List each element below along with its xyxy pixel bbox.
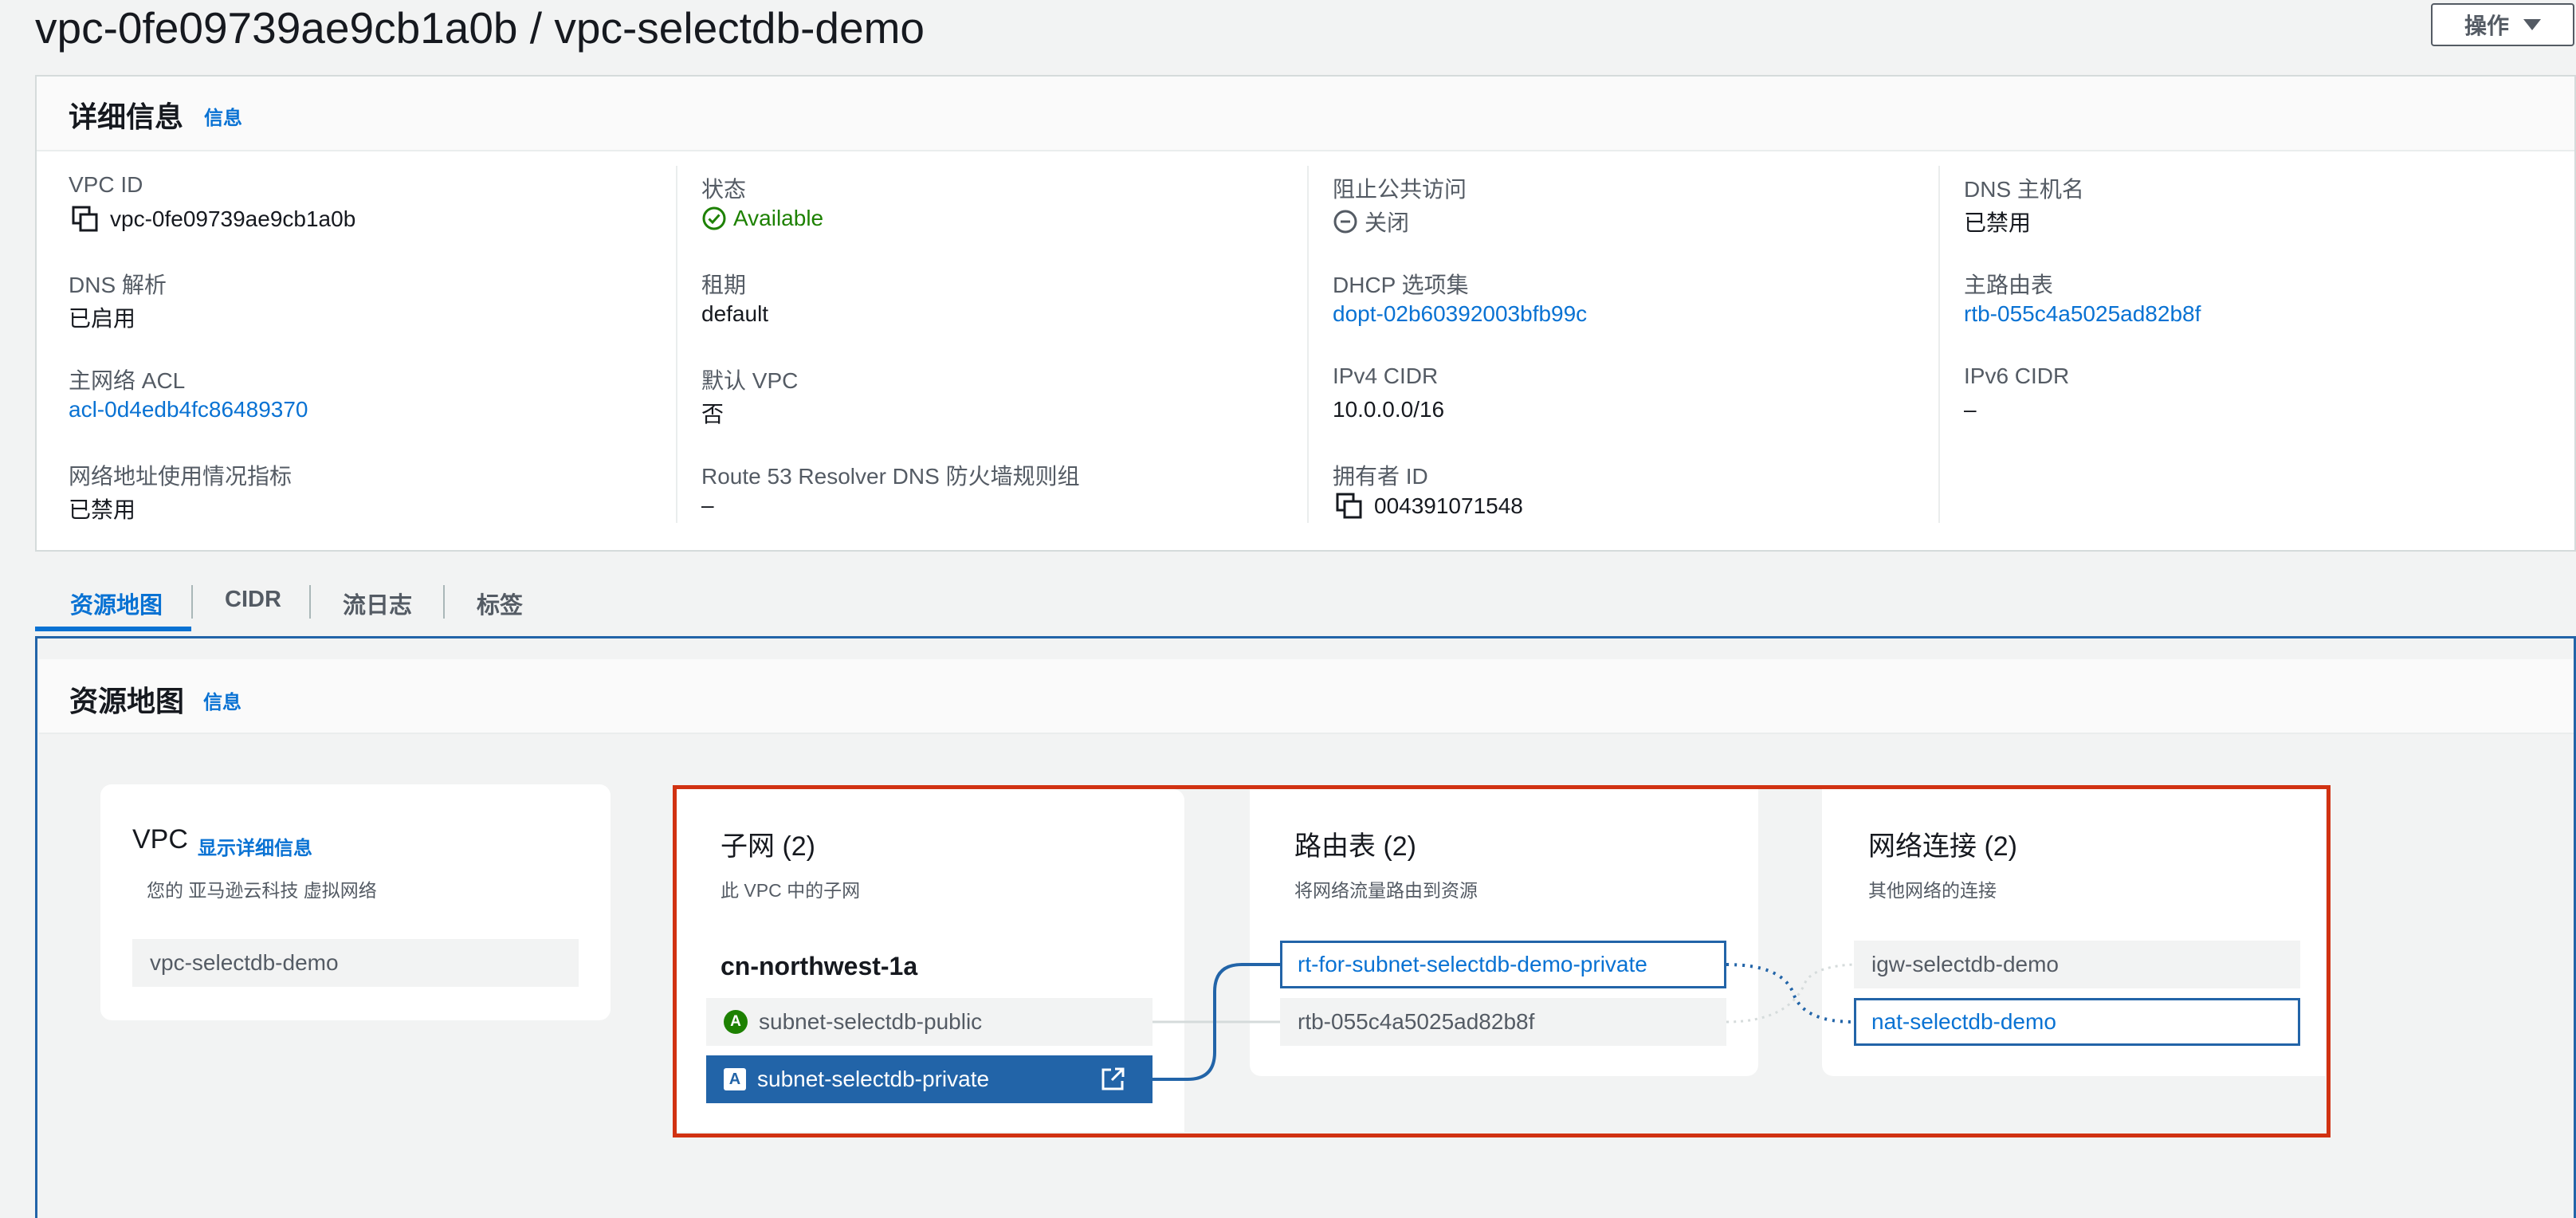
ipv6-cidr-value: – [1964, 397, 1977, 422]
main-acl-link[interactable]: acl-0d4edb4fc86489370 [69, 397, 308, 422]
tab-tags[interactable]: 标签 [477, 587, 523, 620]
main-route-table-label: 主路由表 [1964, 273, 2054, 297]
route53-firewall-label: Route 53 Resolver DNS 防火墙规则组 [701, 464, 1080, 489]
details-info-link[interactable]: 信息 [204, 102, 242, 130]
tenancy-label: 租期 [701, 273, 747, 297]
default-vpc-value: 否 [701, 402, 724, 426]
state-value: Available [701, 206, 823, 231]
state-label: 状态 [701, 177, 747, 202]
main-route-table-link[interactable]: rtb-055c4a5025ad82b8f [1964, 301, 2201, 327]
ipv6-cidr-label: IPv6 CIDR [1964, 363, 2070, 388]
resource-map-title: 资源地图 [69, 685, 185, 717]
tab-flow-logs[interactable]: 流日志 [343, 587, 412, 620]
dns-hostnames-label: DNS 主机名 [1964, 177, 2084, 202]
default-vpc-label: 默认 VPC [701, 368, 799, 393]
tab-separator [443, 585, 445, 619]
owner-id-label: 拥有者 ID [1333, 464, 1428, 489]
show-details-link[interactable]: 显示详细信息 [198, 832, 312, 860]
state-text: Available [733, 206, 824, 230]
copy-icon[interactable] [1336, 493, 1363, 520]
block-public-access-text: 关闭 [1365, 210, 1410, 235]
owner-id-text: 004391071548 [1374, 493, 1523, 518]
route53-firewall-value: – [701, 493, 714, 517]
block-public-access-value: 关闭 [1333, 206, 1409, 238]
main-acl-label: 主网络 ACL [69, 368, 186, 393]
actions-dropdown-button[interactable]: 操作 [2431, 3, 2574, 46]
dns-resolution-value: 已启用 [69, 306, 136, 331]
highlight-box [673, 785, 2331, 1137]
tab-separator [191, 585, 193, 619]
block-public-access-label: 阻止公共访问 [1333, 177, 1467, 202]
dhcp-options-label: DHCP 选项集 [1333, 273, 1469, 297]
vpc-card-title: VPC [132, 824, 188, 855]
details-header [37, 77, 2574, 151]
vpc-name-item[interactable]: vpc-selectdb-demo [132, 939, 579, 987]
address-usage-value: 已禁用 [69, 497, 136, 522]
dhcp-options-link[interactable]: dopt-02b60392003bfb99c [1333, 301, 1587, 327]
tab-separator [309, 585, 311, 619]
address-usage-label: 网络地址使用情况指标 [69, 464, 293, 489]
caret-down-icon [2523, 19, 2541, 30]
copy-icon[interactable] [72, 206, 99, 233]
actions-label: 操作 [2464, 14, 2509, 38]
minus-circle-icon [1333, 210, 1357, 234]
tab-resource-map[interactable]: 资源地图 [70, 587, 163, 620]
details-panel: 详细信息 信息 VPC ID vpc-0fe09739ae9cb1a0b DNS… [35, 75, 2576, 552]
owner-id-value: 004391071548 [1336, 493, 1523, 520]
vpc-id-text: vpc-0fe09739ae9cb1a0b [110, 206, 356, 231]
column-divider [676, 166, 677, 523]
page-title: vpc-0fe09739ae9cb1a0b / vpc-selectdb-dem… [35, 3, 925, 53]
check-circle-icon [702, 206, 726, 230]
vpc-name-text: vpc-selectdb-demo [150, 950, 339, 975]
tenancy-value: default [701, 301, 769, 326]
tab-cidr[interactable]: CIDR [225, 587, 281, 613]
dns-hostnames-value: 已禁用 [1964, 210, 2032, 235]
details-title: 详细信息 [69, 100, 184, 133]
resource-map-info-link[interactable]: 信息 [203, 686, 242, 714]
ipv4-cidr-value: 10.0.0.0/16 [1333, 397, 1445, 422]
active-tab-indicator [35, 627, 191, 631]
vpc-id-value: vpc-0fe09739ae9cb1a0b [72, 206, 355, 233]
resource-map-header [39, 659, 2574, 734]
dns-resolution-label: DNS 解析 [69, 273, 167, 297]
ipv4-cidr-label: IPv4 CIDR [1333, 363, 1439, 388]
vpc-card-subtitle: 您的 亚马逊云科技 虚拟网络 [147, 880, 377, 901]
vpc-id-label: VPC ID [69, 172, 143, 197]
column-divider [1938, 166, 1940, 523]
column-divider [1307, 166, 1309, 523]
